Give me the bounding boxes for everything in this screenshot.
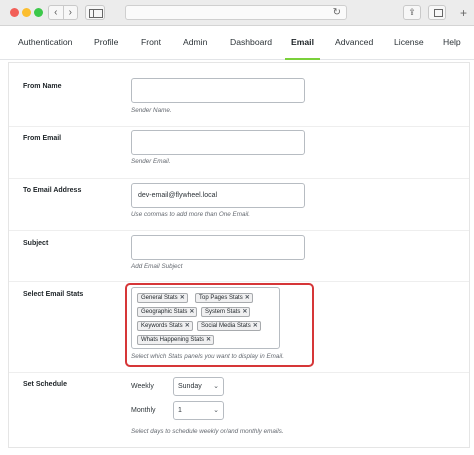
email-stats-multiselect[interactable]: General Stats ✕ Top Pages Stats ✕ Geograph… bbox=[131, 287, 280, 349]
sidebar-toggle-icon[interactable] bbox=[85, 5, 105, 20]
weekly-label: Weekly bbox=[131, 383, 154, 390]
subject-input[interactable] bbox=[131, 235, 305, 260]
from-email-help: Sender Email. bbox=[131, 158, 171, 165]
weekly-select[interactable]: Sunday ⌄ bbox=[173, 377, 224, 396]
email-stats-help: Select which Stats panels you want to di… bbox=[131, 353, 284, 360]
tab-advanced[interactable]: Advanced bbox=[335, 26, 373, 60]
tab-authentication[interactable]: Authentication bbox=[18, 26, 72, 60]
monthly-select[interactable]: 1 ⌄ bbox=[173, 401, 224, 420]
chevron-down-icon: ⌄ bbox=[213, 383, 219, 390]
tab-help[interactable]: Help bbox=[443, 26, 461, 60]
from-name-input[interactable] bbox=[131, 78, 305, 103]
share-icon[interactable]: ⇪ bbox=[403, 5, 421, 20]
subject-row: Subject Add Email Subject bbox=[9, 231, 469, 282]
from-email-input[interactable] bbox=[131, 130, 305, 155]
remove-tag-icon[interactable]: ✕ bbox=[180, 295, 185, 301]
tag-social-media-stats: Social Media Stats ✕ bbox=[197, 321, 261, 331]
tab-profile[interactable]: Profile bbox=[94, 26, 118, 60]
to-email-help: Use commas to add more than One Email. bbox=[131, 211, 250, 218]
remove-tag-icon[interactable]: ✕ bbox=[185, 323, 190, 329]
to-email-row: To Email Address dev-email@flywheel.loca… bbox=[9, 179, 469, 231]
schedule-help: Select days to schedule weekly or/and mo… bbox=[131, 428, 284, 435]
tag-top-pages-stats: Top Pages Stats ✕ bbox=[195, 293, 253, 303]
reload-icon[interactable]: ↻ bbox=[333, 6, 341, 19]
tab-license[interactable]: License bbox=[394, 26, 424, 60]
email-settings-panel: From Name Sender Name. From Email Sender… bbox=[8, 62, 470, 448]
history-nav: ‹ › bbox=[48, 5, 78, 20]
from-email-label: From Email bbox=[23, 135, 62, 142]
remove-tag-icon[interactable]: ✕ bbox=[206, 337, 211, 343]
from-email-row: From Email Sender Email. bbox=[9, 127, 469, 179]
tab-front[interactable]: Front bbox=[141, 26, 161, 60]
tag-whats-happening-stats: Whats Happening Stats ✕ bbox=[137, 335, 215, 345]
tab-dashboard[interactable]: Dashboard bbox=[230, 26, 272, 60]
remove-tag-icon[interactable]: ✕ bbox=[242, 309, 247, 315]
remove-tag-icon[interactable]: ✕ bbox=[189, 309, 194, 315]
from-name-row: From Name Sender Name. bbox=[9, 63, 469, 127]
tab-email[interactable]: Email bbox=[285, 26, 320, 60]
tag-system-stats: System Stats ✕ bbox=[201, 307, 251, 317]
back-icon[interactable]: ‹ bbox=[49, 6, 63, 19]
schedule-label: Set Schedule bbox=[23, 381, 67, 388]
minimize-window-button[interactable] bbox=[22, 8, 31, 17]
chevron-down-icon: ⌄ bbox=[213, 407, 219, 414]
settings-tab-nav: Authentication Profile Front Admin Dashb… bbox=[0, 26, 474, 60]
tab-overview-icon[interactable] bbox=[428, 5, 446, 20]
monthly-label: Monthly bbox=[131, 407, 156, 414]
schedule-row: Set Schedule Weekly Sunday ⌄ Monthly 1 ⌄… bbox=[9, 373, 469, 449]
close-window-button[interactable] bbox=[10, 8, 19, 17]
remove-tag-icon[interactable]: ✕ bbox=[245, 295, 250, 301]
new-tab-icon[interactable]: + bbox=[460, 6, 467, 20]
to-email-input[interactable]: dev-email@flywheel.local bbox=[131, 183, 305, 208]
subject-help: Add Email Subject bbox=[131, 263, 183, 270]
tag-general-stats: General Stats ✕ bbox=[137, 293, 188, 303]
tab-admin[interactable]: Admin bbox=[183, 26, 207, 60]
maximize-window-button[interactable] bbox=[34, 8, 43, 17]
remove-tag-icon[interactable]: ✕ bbox=[253, 323, 258, 329]
forward-icon[interactable]: › bbox=[62, 6, 78, 19]
browser-toolbar: ‹ › ↻ ⇪ + bbox=[0, 0, 474, 26]
tag-geographic-stats: Geographic Stats ✕ bbox=[137, 307, 198, 317]
from-name-help: Sender Name. bbox=[131, 107, 172, 114]
tag-keywords-stats: Keywords Stats ✕ bbox=[137, 321, 193, 331]
subject-label: Subject bbox=[23, 240, 49, 247]
to-email-label: To Email Address bbox=[23, 187, 82, 194]
email-stats-label: Select Email Stats bbox=[23, 291, 84, 298]
from-name-label: From Name bbox=[23, 83, 62, 90]
address-bar[interactable]: ↻ bbox=[125, 5, 347, 20]
